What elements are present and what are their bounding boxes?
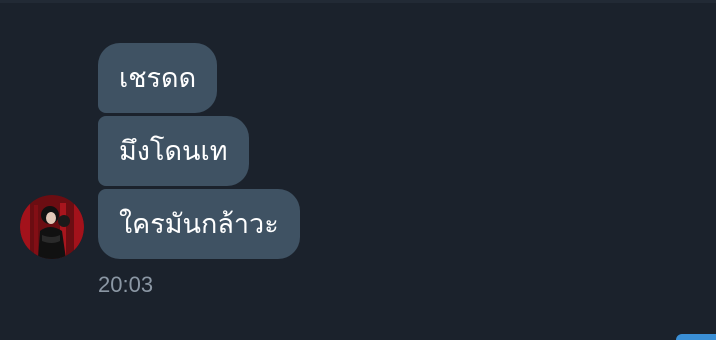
- message-timestamp: 20:03: [98, 272, 154, 297]
- sender-avatar[interactable]: [20, 195, 84, 259]
- message-text: เชรดด: [119, 62, 197, 94]
- user-avatar-icon: [20, 195, 84, 259]
- message-bubble[interactable]: ใครมันกล้าวะ: [98, 189, 300, 259]
- message-text: ใครมันกล้าวะ: [119, 208, 279, 240]
- message-bubble[interactable]: มึงโดนเท: [98, 116, 249, 186]
- scroll-indicator: [676, 334, 716, 340]
- chat-thread: เชรดด มึงโดนเท ใครมันกล้าวะ 20:03: [0, 0, 716, 340]
- message-bubble[interactable]: เชรดด: [98, 43, 218, 113]
- message-text: มึงโดนเท: [119, 135, 228, 167]
